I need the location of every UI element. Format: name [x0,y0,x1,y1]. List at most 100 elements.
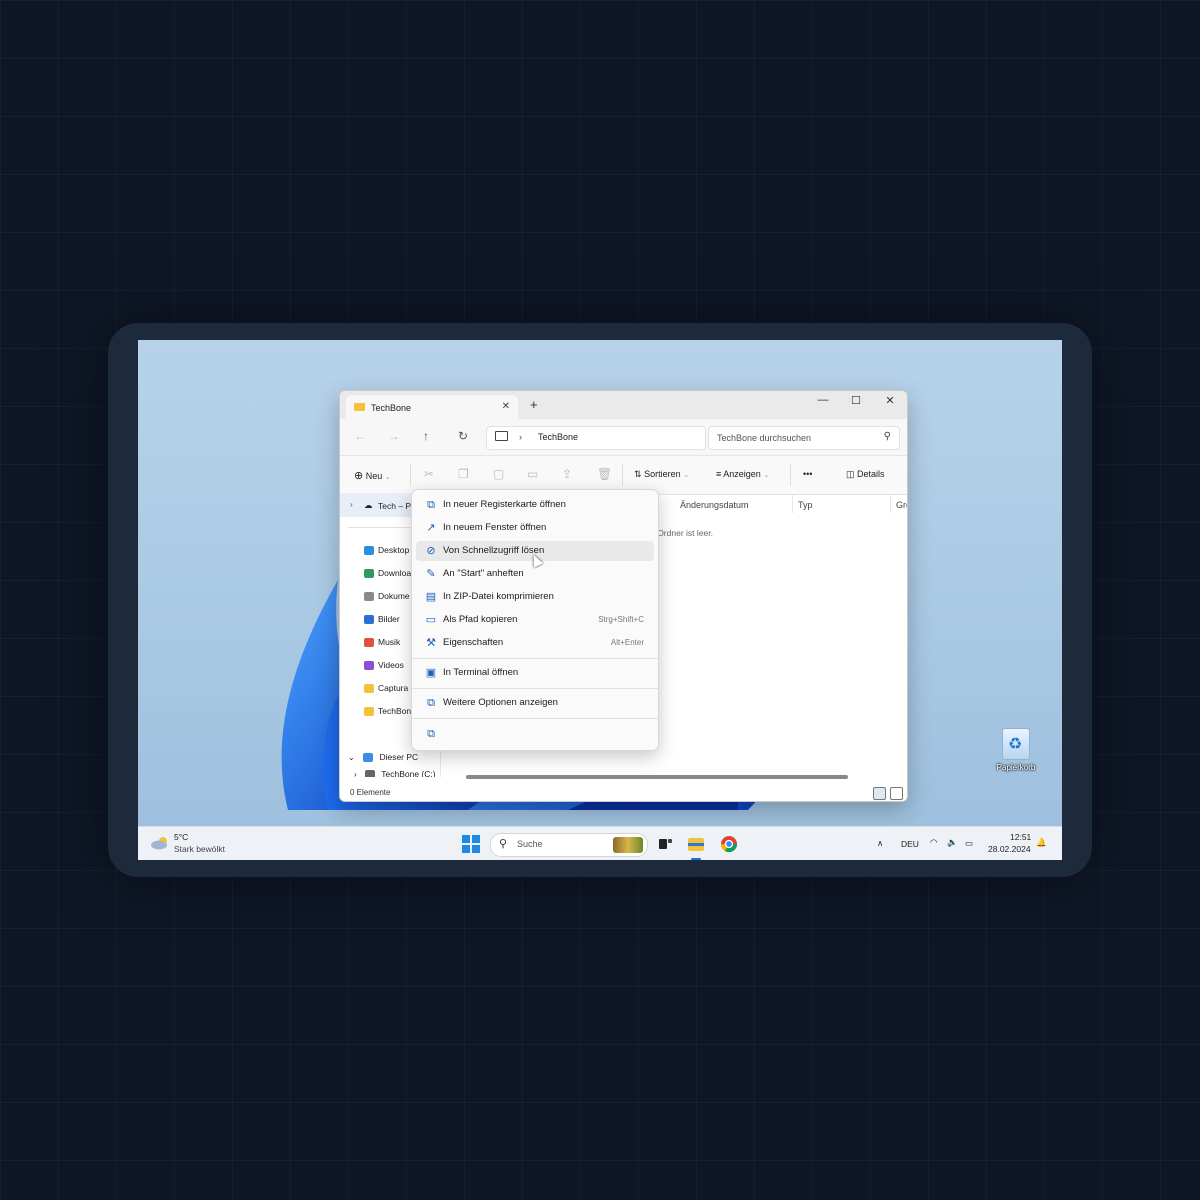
menu-item-copy-as-path[interactable]: ▭ Als Pfad kopieren Strg+Shift+C [416,610,654,630]
pictures-icon [364,615,374,625]
back-button[interactable]: ← [354,429,366,443]
menu-item-show-more-options[interactable]: ⧉ Weitere Optionen anzeigen [416,693,654,713]
item-count: 0 Elemente [350,788,391,797]
copy-icon[interactable]: ❐ [458,467,469,481]
pin-icon: ✎ [426,568,436,580]
nav-item-music[interactable]: Musik [364,637,400,651]
search-highlight-image [613,837,643,853]
notification-bell-icon[interactable]: 🔔 [1036,837,1047,848]
paste-icon[interactable]: ▢ [493,467,504,481]
new-button[interactable]: ⊕ Neu ⌄ [354,469,391,482]
details-view-icon[interactable] [873,787,886,800]
menu-item-label: Als Pfad kopieren [443,614,518,625]
folder-icon [354,403,365,411]
rename-icon[interactable]: ▭ [527,467,538,481]
minimize-button[interactable]: — [806,394,840,406]
nav-item-desktop[interactable]: Desktop [364,545,409,559]
nav-item-captura[interactable]: Captura [364,683,408,697]
menu-item-open-new-window[interactable]: ↗ In neuem Fenster öffnen [416,518,654,538]
menu-item-open-new-tab[interactable]: ⧉ In neuer Registerkarte öffnen [416,495,654,515]
details-pane-icon: ◫ [846,469,855,479]
more-button[interactable]: ••• [803,469,812,479]
maximize-button[interactable]: ☐ [839,394,873,407]
copy-button[interactable]: ⧉ [416,724,444,744]
weather-description[interactable]: Stark bewölkt [174,844,225,854]
monitor-icon [363,753,374,763]
menu-item-label: In neuem Fenster öffnen [443,522,547,533]
up-button[interactable]: ↑ [423,429,429,443]
search-icon: ⚲ [499,838,508,850]
menu-item-compress-zip[interactable]: ▤ In ZIP-Datei komprimieren [416,587,654,607]
cut-icon[interactable]: ✂ [424,467,434,481]
task-view-icon[interactable] [656,835,674,853]
nav-item-documents[interactable]: Dokume [364,591,410,605]
column-header-modified[interactable]: Änderungsdatum [680,500,749,510]
plus-circle-icon: ⊕ [354,470,364,482]
search-placeholder: TechBone durchsuchen [717,433,812,443]
delete-icon[interactable]: 🗑 [597,467,612,481]
show-hidden-icons-button[interactable]: ∧ [877,838,883,849]
nav-item-label: TechBone (C:) [381,769,436,777]
column-header-size[interactable]: Grö [896,500,907,510]
nav-item-pictures[interactable]: Bilder [364,614,400,628]
nav-item-label: Dieser PC [379,752,419,762]
recycle-bin[interactable]: Papierkorb [996,728,1036,772]
tiles-view-icon[interactable] [890,787,903,800]
onedrive-icon: ☁ [364,500,373,510]
new-label: Neu [365,471,383,481]
horizontal-scrollbar[interactable] [466,775,848,779]
zip-icon: ▤ [425,591,437,603]
weather-temperature[interactable]: 5°C [174,832,188,842]
close-window-button[interactable]: ✕ [873,394,907,407]
nav-item-drive-c[interactable]: › TechBone (C:) [354,769,436,777]
menu-item-label: Von Schnellzugriff lösen [443,545,545,556]
new-tab-icon: ⧉ [427,499,435,511]
nav-item-downloads[interactable]: Downloa [364,568,411,582]
tab-bar: TechBone ✕ + — ☐ ✕ [340,391,907,419]
menu-item-label: In neuer Registerkarte öffnen [443,499,566,510]
recycle-bin-label: Papierkorb [996,763,1036,772]
empty-folder-text: r Ordner ist leer. [652,528,713,538]
chrome-icon[interactable] [720,835,738,853]
file-explorer-icon[interactable] [687,835,705,853]
tab-close-icon[interactable]: ✕ [502,401,510,412]
wifi-icon[interactable]: ◠ [930,837,937,848]
details-label: Details [857,469,885,479]
sort-button[interactable]: ⇅ Sortieren ⌄ [634,469,689,480]
chevron-down-icon: ⌄ [683,472,689,479]
nav-item-label: Bilder [378,614,400,624]
menu-item-properties[interactable]: ⚒ Eigenschaften Alt+Enter [416,633,654,653]
view-button[interactable]: ≡ Anzeigen ⌄ [716,469,769,479]
tab-techbone[interactable]: TechBone ✕ [346,395,518,419]
new-window-icon: ↗ [426,522,436,534]
search-label: Suche [517,839,543,849]
chevron-right-icon: › [354,770,357,777]
taskbar: 5°C Stark bewölkt ⚲ Suche ∧ DEU ◠ 🔈 ▭ 12… [138,826,1062,860]
cloud-icon[interactable] [150,836,172,850]
breadcrumb[interactable]: › TechBone [486,426,706,450]
column-header-type[interactable]: Typ [798,500,813,510]
breadcrumb-item[interactable]: TechBone [538,432,578,442]
menu-item-label: An "Start" anheften [443,568,524,579]
nav-item-videos[interactable]: Videos [364,660,404,674]
speaker-icon[interactable]: 🔈 [947,837,958,848]
battery-icon[interactable]: ▭ [965,838,973,849]
share-icon[interactable]: ⇪ [562,467,572,481]
nav-item-this-pc[interactable]: ⌄ Dieser PC [348,752,418,766]
menu-item-open-terminal[interactable]: ▣ In Terminal öffnen [416,663,654,683]
details-button[interactable]: ◫ Details [846,469,885,480]
clock-time[interactable]: 12:51 [1010,832,1031,842]
tab-title: TechBone [371,403,412,413]
divider [790,464,791,486]
divider [890,495,891,513]
refresh-button[interactable]: ↻ [458,429,468,443]
search-input[interactable]: TechBone durchsuchen ⚲ [708,426,900,450]
forward-button[interactable]: → [388,429,400,443]
language-indicator[interactable]: DEU [901,839,919,849]
nav-item-techbone[interactable]: TechBone [364,706,416,720]
taskbar-search[interactable]: ⚲ Suche [490,833,648,857]
document-icon [364,592,374,602]
clock-date[interactable]: 28.02.2024 [988,844,1031,854]
new-tab-button[interactable]: + [530,397,538,412]
windows-start-icon[interactable] [462,835,480,853]
